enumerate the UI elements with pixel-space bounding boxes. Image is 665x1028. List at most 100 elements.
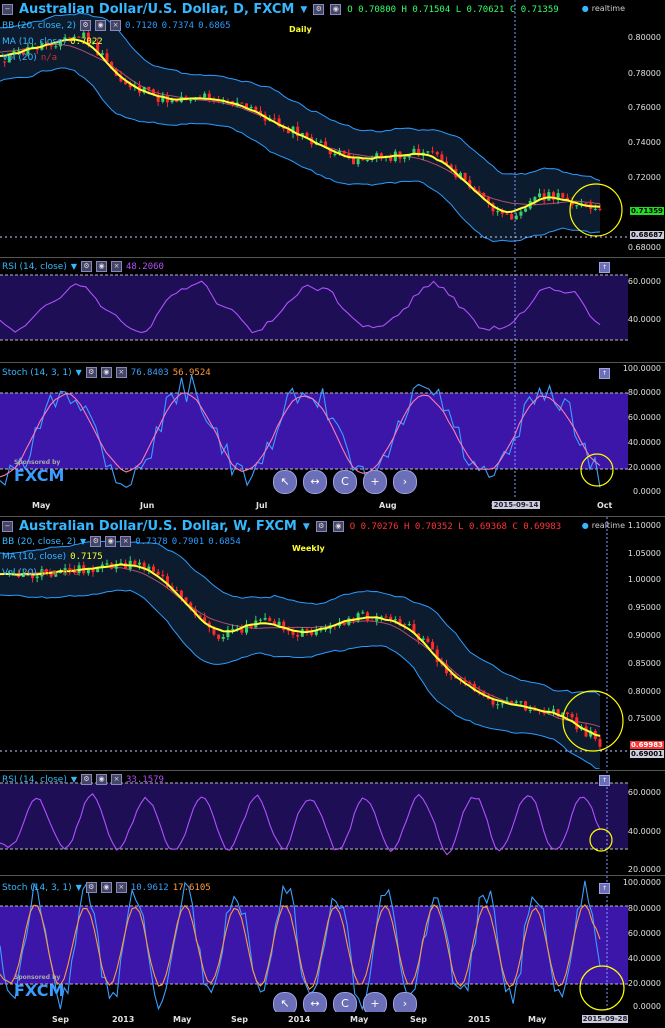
nav-zoom-in-button[interactable]: + — [363, 992, 387, 1012]
daily-price-pane[interactable]: 0.80000 0.78000 0.76000 0.74000 0.72000 … — [0, 0, 665, 255]
close-icon[interactable]: × — [111, 261, 123, 272]
weekly-price-axis[interactable]: 1.10000 1.05000 1.00000 0.95000 0.90000 … — [628, 517, 665, 769]
chevron-down-icon[interactable]: ▼ — [300, 5, 307, 15]
rsi-value: 33.1579 — [126, 774, 164, 785]
stoch-indicator-row[interactable]: Stoch (14, 3, 1) ▼ ⚙ ◉ × 10.9612 17.6105 — [2, 882, 211, 893]
daily-time-axis[interactable]: May Jun Jul Aug Se Oct 2015-09-14 — [0, 499, 665, 515]
weekly-time-axis[interactable]: Sep 2013 May Sep 2014 May Sep 2015 May 2… — [0, 1013, 665, 1028]
nav-zoom-out-button[interactable]: ↔ — [303, 470, 327, 494]
nav-reset-button[interactable]: C — [333, 470, 357, 494]
candle-body — [319, 141, 323, 143]
chevron-down-icon[interactable]: ▼ — [76, 368, 82, 377]
weekly-stoch-pane[interactable]: 100.0000 80.0000 60.0000 40.0000 20.0000… — [0, 875, 665, 1012]
bb-indicator-row[interactable]: BB (20, close, 2) ⚙ ◉ × 0.7120 0.7374 0.68… — [2, 20, 231, 31]
close-icon[interactable]: × — [115, 882, 127, 893]
visibility-icon[interactable]: ◉ — [100, 882, 112, 893]
pane-maximize-icon[interactable]: ↑ — [599, 262, 610, 273]
visibility-icon[interactable]: ◉ — [96, 774, 108, 785]
settings-icon[interactable]: ⚙ — [85, 882, 97, 893]
pane-maximize-icon[interactable]: ↑ — [599, 883, 610, 894]
nav-scroll-right-button[interactable]: › — [393, 992, 417, 1012]
settings-icon[interactable]: ⚙ — [90, 536, 102, 547]
close-icon[interactable]: × — [115, 367, 127, 378]
candle-body — [17, 50, 21, 52]
settings-icon[interactable]: ⚙ — [85, 367, 97, 378]
candle-body — [528, 710, 532, 712]
weekly-stoch-axis[interactable]: 100.0000 80.0000 60.0000 40.0000 20.0000… — [623, 876, 665, 1012]
daily-stoch-axis[interactable]: 100.0000 80.0000 60.0000 40.0000 20.0000… — [623, 363, 665, 498]
visibility-icon[interactable]: ◉ — [330, 4, 342, 15]
settings-icon[interactable]: ⚙ — [81, 261, 93, 272]
chevron-down-icon[interactable]: ▼ — [80, 537, 86, 546]
nav-reset-button[interactable]: C — [333, 992, 357, 1012]
candle-body — [575, 205, 579, 207]
daily-rsi-axis[interactable]: 60.0000 40.0000 — [628, 258, 665, 361]
daily-rsi-pane[interactable]: 60.0000 40.0000 RSI (14, close) ▼ ⚙ ◉ × 48… — [0, 257, 665, 361]
visibility-icon[interactable]: ◉ — [105, 536, 117, 547]
bb-indicator-row[interactable]: BB (20, close, 2) ▼ ⚙ ◉ × 0.7378 0.7901 0.… — [2, 536, 241, 547]
close-icon[interactable]: × — [120, 536, 132, 547]
close-icon[interactable]: × — [110, 20, 122, 31]
weekly-rsi-axis[interactable]: 60.0000 40.0000 20.0000 — [628, 771, 665, 874]
chevron-down-icon[interactable]: ▼ — [71, 262, 77, 271]
stoch-d-value: 17.6105 — [172, 882, 211, 893]
ma-indicator-row[interactable]: MA (10, close) 0.7022 — [2, 37, 103, 47]
visibility-icon[interactable]: ◉ — [95, 20, 107, 31]
nav-zoom-out-button[interactable]: ↔ — [303, 992, 327, 1012]
settings-icon[interactable]: ⚙ — [313, 4, 325, 15]
rsi-indicator-row[interactable]: RSI (14, close) ▼ ⚙ ◉ × 48.2060 — [2, 261, 164, 272]
ma-indicator-row[interactable]: MA (10, close) 0.7175 — [2, 552, 103, 562]
daily-price-axis[interactable]: 0.80000 0.78000 0.76000 0.74000 0.72000 … — [628, 0, 665, 255]
candle-body — [147, 86, 151, 90]
ohlc-l-label: L — [458, 521, 464, 532]
settings-icon[interactable]: ⚙ — [81, 774, 93, 785]
price-tick: 0.78000 — [627, 69, 661, 78]
minus-icon[interactable]: − — [2, 4, 13, 15]
oscillator-band — [0, 275, 628, 340]
vol-indicator-row[interactable]: Vol (20) n/a — [2, 53, 57, 63]
stoch-indicator-row[interactable]: Stoch (14, 3, 1) ▼ ⚙ ◉ × 76.8403 56.9524 — [2, 367, 211, 378]
daily-rsi-chart — [0, 258, 628, 361]
bollinger-band-fill — [0, 12, 600, 242]
weekly-rsi-pane[interactable]: 60.0000 40.0000 20.0000 RSI (14, close) … — [0, 770, 665, 874]
weekly-price-pane[interactable]: 1.10000 1.05000 1.00000 0.95000 0.90000 … — [0, 516, 665, 769]
nav-scroll-left-button[interactable]: ↖ — [273, 470, 297, 494]
chevron-down-icon[interactable]: ▼ — [71, 775, 77, 784]
settings-icon[interactable]: ⚙ — [315, 521, 327, 532]
bb-lower: 0.6865 — [198, 20, 231, 31]
rsi-label: RSI (14, close) — [2, 261, 67, 272]
close-icon[interactable]: × — [111, 774, 123, 785]
daily-chart-header: − Australian Dollar/U.S. Dollar, D, FXCM… — [2, 2, 559, 17]
price-tick: 0.95000 — [627, 603, 661, 612]
candle-body — [551, 709, 555, 712]
visibility-icon[interactable]: ◉ — [332, 521, 344, 532]
visibility-icon[interactable]: ◉ — [96, 261, 108, 272]
fxcm-logo: Sponsored by FXCM — [14, 459, 64, 485]
candle-body — [203, 93, 207, 98]
settings-icon[interactable]: ⚙ — [80, 20, 92, 31]
chevron-down-icon[interactable]: ▼ — [303, 522, 310, 532]
candle-body — [435, 152, 439, 155]
nav-scroll-left-button[interactable]: ↖ — [273, 992, 297, 1012]
chevron-down-icon[interactable]: ▼ — [76, 883, 82, 892]
rsi-indicator-row[interactable]: RSI (14, close) ▼ ⚙ ◉ × 33.1579 — [2, 774, 164, 785]
visibility-icon[interactable]: ◉ — [100, 367, 112, 378]
candle-body — [161, 574, 165, 577]
ohlc-l-label: L — [455, 4, 462, 15]
vol-indicator-row[interactable]: Vol (20) n/a n/a — [2, 568, 79, 578]
nav-zoom-in-button[interactable]: + — [363, 470, 387, 494]
symbol-title[interactable]: Australian Dollar/U.S. Dollar, W, FXCM — [19, 519, 297, 534]
minus-icon[interactable]: − — [2, 521, 13, 532]
x-label: May — [32, 501, 51, 510]
rsi-label: RSI (14, close) — [2, 774, 67, 785]
candle-body — [533, 197, 537, 201]
pane-maximize-icon[interactable]: ↑ — [599, 368, 610, 379]
candle-body — [431, 151, 435, 153]
nav-scroll-right-button[interactable]: › — [393, 470, 417, 494]
sponsor-text: Sponsored by — [14, 974, 61, 981]
daily-stoch-pane[interactable]: 100.0000 80.0000 60.0000 40.0000 20.0000… — [0, 362, 665, 498]
pane-maximize-icon[interactable]: ↑ — [599, 775, 610, 786]
x-label: Sep — [231, 1015, 248, 1024]
candle-body — [240, 628, 244, 633]
symbol-title[interactable]: Australian Dollar/U.S. Dollar, D, FXCM — [19, 2, 294, 17]
